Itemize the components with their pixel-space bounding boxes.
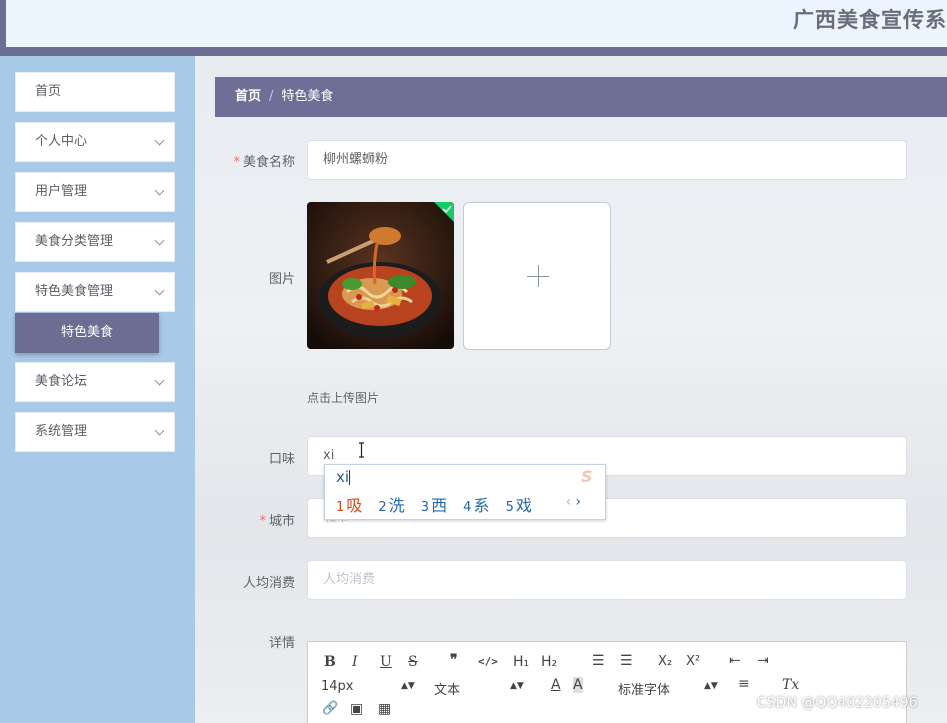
city-label: * 城市: [195, 510, 295, 529]
h2-button[interactable]: H₂: [541, 654, 557, 670]
strike-button[interactable]: S: [408, 654, 418, 670]
clear-format-button[interactable]: Tx: [782, 677, 799, 693]
ime-candidate[interactable]: 4系: [463, 496, 489, 515]
image-upload-button[interactable]: [463, 202, 611, 350]
sidebar-item-special-food[interactable]: 特色美食管理: [15, 272, 175, 312]
chevron-down-icon: [154, 235, 165, 246]
sidebar-item-label: 首页: [35, 84, 62, 99]
h1-button[interactable]: H₁: [513, 654, 529, 670]
ime-candidates: 1吸 2洗 3西 4系 5戏: [336, 492, 543, 516]
taste-label: 口味: [268, 452, 295, 467]
sidebar-item-system-management[interactable]: 系统管理: [15, 412, 175, 452]
chevron-down-icon: [154, 375, 165, 386]
select-arrow-icon: ▲▼: [401, 681, 415, 691]
align-button[interactable]: ≡: [738, 676, 750, 692]
sidebar-subitem-special-food[interactable]: 特色美食: [15, 313, 159, 353]
sidebar-item-home[interactable]: 首页: [15, 72, 175, 112]
ime-logo-icon: S: [581, 467, 593, 486]
watermark: CSDN @QQ402205496: [757, 695, 918, 711]
name-input[interactable]: 柳州螺蛳粉: [307, 140, 907, 180]
bold-button[interactable]: B: [324, 654, 336, 670]
superscript-button[interactable]: X²: [686, 654, 700, 669]
link-button[interactable]: 🔗: [322, 701, 338, 716]
ime-next-page[interactable]: ›: [575, 494, 581, 510]
ime-composition: xi: [336, 468, 351, 486]
required-mark: *: [259, 514, 266, 529]
font-family-select[interactable]: 标准字体 ▲▼: [618, 679, 718, 698]
ime-pager: ‹ ›: [566, 494, 581, 510]
avg-cost-input[interactable]: 人均消费: [307, 560, 907, 600]
italic-button[interactable]: I: [352, 654, 358, 670]
top-header: 广西美食宣传系: [0, 0, 947, 56]
select-arrow-icon: ▲▼: [704, 681, 718, 691]
site-title: 广西美食宣传系: [793, 8, 947, 32]
sidebar-item-label: 美食分类管理: [35, 234, 114, 249]
block-format-select[interactable]: 文本 ▲▼: [434, 679, 524, 698]
font-size-value: 14px: [321, 679, 354, 694]
indent-button[interactable]: ⇥: [757, 653, 769, 669]
city-label-text: 城市: [268, 514, 295, 529]
font-color-button[interactable]: A: [551, 677, 561, 693]
sidebar-item-label: 系统管理: [35, 424, 88, 439]
ime-candidate[interactable]: 2洗: [378, 496, 404, 515]
video-insert-button[interactable]: ▦: [378, 701, 391, 717]
breadcrumb-separator: /: [269, 89, 274, 104]
sidebar-item-label: 特色美食管理: [35, 284, 114, 299]
sidebar-item-food-category[interactable]: 美食分类管理: [15, 222, 175, 262]
avg-cost-label: 人均消费: [242, 576, 295, 591]
ime-composition-text: xi: [336, 468, 350, 486]
name-label: * 美食名称: [195, 151, 295, 170]
breadcrumb: 首页 / 特色美食: [215, 77, 947, 117]
sidebar-item-label: 美食论坛: [35, 374, 88, 389]
detail-label: 详情: [268, 636, 295, 651]
select-arrow-icon: ▲▼: [510, 681, 524, 691]
background-color-button[interactable]: A: [573, 677, 583, 693]
chevron-down-icon: [154, 285, 165, 296]
chevron-down-icon: [154, 135, 165, 146]
text-cursor-icon: [359, 442, 364, 458]
main-content: 首页 / 特色美食 * 美食名称 柳州螺蛳粉 图片 点击上传图片 口味 xi *…: [195, 56, 947, 723]
sidebar-item-label: 个人中心: [35, 134, 88, 149]
ime-candidate[interactable]: 3西: [421, 496, 447, 515]
outdent-button[interactable]: ⇤: [729, 653, 741, 669]
required-mark: *: [233, 155, 240, 170]
font-family-value: 标准字体: [618, 683, 671, 698]
chevron-down-icon: [154, 185, 165, 196]
chevron-down-icon: [154, 425, 165, 436]
image-label: 图片: [268, 272, 295, 287]
upload-tip: 点击上传图片: [307, 391, 380, 405]
breadcrumb-home[interactable]: 首页: [235, 89, 261, 104]
sidebar-item-food-forum[interactable]: 美食论坛: [15, 362, 175, 402]
name-label-text: 美食名称: [242, 155, 295, 170]
sidebar-item-label: 用户管理: [35, 184, 88, 199]
header-panel: 广西美食宣传系: [6, 0, 947, 47]
image-insert-button[interactable]: ▣: [350, 701, 363, 717]
ime-prev-page[interactable]: ‹: [566, 494, 572, 510]
ime-candidate-popup: xi 1吸 2洗 3西 4系 5戏 ‹ › S: [324, 464, 606, 520]
sidebar-item-personal-center[interactable]: 个人中心: [15, 122, 175, 162]
ime-candidate[interactable]: 5戏: [506, 496, 532, 515]
noodle-dish-image: [307, 202, 454, 349]
bullet-list-button[interactable]: ☰: [620, 653, 633, 669]
code-block-button[interactable]: </>: [478, 655, 498, 668]
blockquote-button[interactable]: ❞: [450, 652, 458, 668]
subscript-button[interactable]: X₂: [658, 654, 672, 669]
font-size-select[interactable]: 14px ▲▼: [321, 679, 415, 694]
sidebar-item-user-management[interactable]: 用户管理: [15, 172, 175, 212]
breadcrumb-current: 特色美食: [281, 89, 334, 104]
block-format-value: 文本: [434, 683, 461, 698]
uploaded-image-thumbnail[interactable]: [307, 202, 454, 349]
underline-button[interactable]: U: [380, 654, 392, 670]
ime-candidate[interactable]: 1吸: [336, 496, 362, 515]
ordered-list-button[interactable]: ☰: [592, 653, 605, 669]
